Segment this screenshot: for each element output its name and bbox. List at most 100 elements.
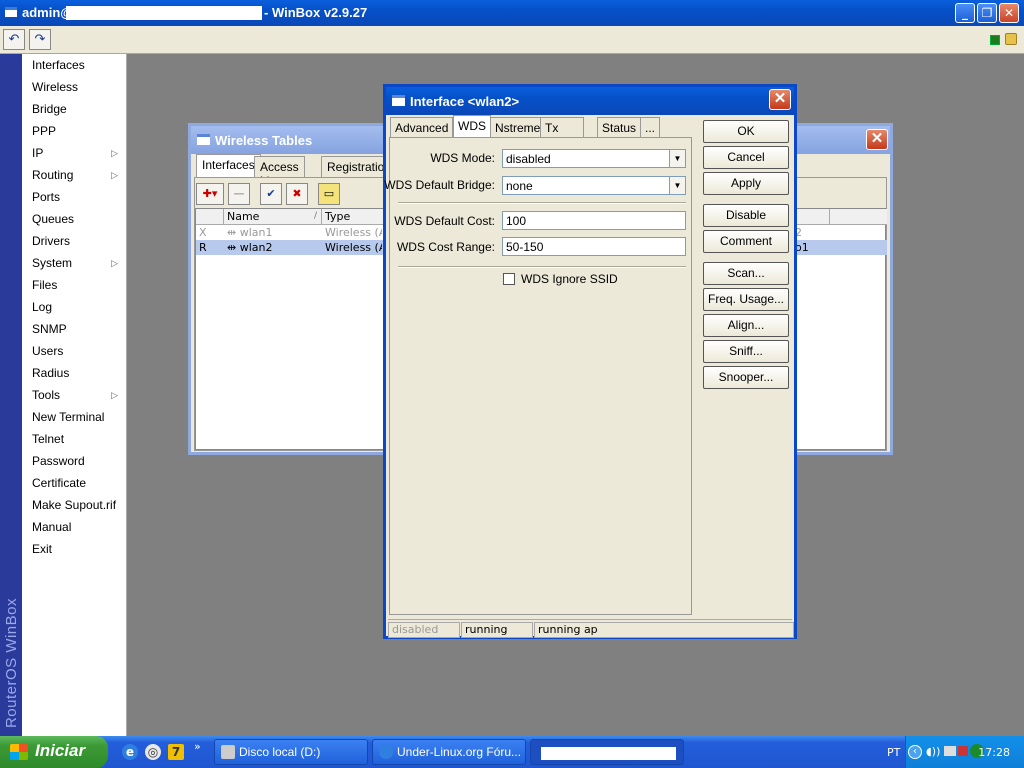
tab-interfaces[interactable]: Interfaces (196, 154, 261, 178)
chevron-down-icon[interactable]: ▼ (669, 177, 685, 194)
sidebar-item-label: Log (32, 300, 53, 314)
sidebar-item-drivers[interactable]: Drivers (22, 230, 126, 252)
sidebar-item-telnet[interactable]: Telnet (22, 428, 126, 450)
sidebar-item-ports[interactable]: Ports (22, 186, 126, 208)
restore-button[interactable]: ❐ (977, 3, 997, 23)
apply-button[interactable]: Apply (703, 172, 789, 195)
add-icon[interactable]: ✚▾ (196, 183, 224, 205)
undo-icon[interactable]: ↶ (3, 29, 25, 50)
minimize-button[interactable]: _ (955, 3, 975, 23)
close-button[interactable]: ✕ (999, 3, 1019, 23)
sidebar-item-manual[interactable]: Manual (22, 516, 126, 538)
settings-icon[interactable]: ◎ (145, 744, 161, 760)
task-under-linux[interactable]: Under-Linux.org Fóru... (372, 739, 526, 765)
chevron-left-icon[interactable]: ‹ (908, 745, 922, 759)
task-disco-local[interactable]: Disco local (D:) (214, 739, 368, 765)
window-icon (197, 134, 210, 145)
sidebar-item-label: IP (32, 146, 44, 160)
interface-dialog-title: Interface <wlan2> (410, 94, 520, 109)
window-icon (392, 95, 405, 106)
disable-icon[interactable]: ✖ (286, 183, 308, 205)
scan-button[interactable]: Scan... (703, 262, 789, 285)
chevron-right-icon[interactable]: » (194, 740, 201, 753)
freq-usage-button[interactable]: Freq. Usage... (703, 288, 789, 311)
wds-mode-select[interactable]: disabled ▼ (502, 149, 686, 168)
wds-default-cost-input[interactable]: 100 (502, 211, 686, 230)
wds-default-bridge-select[interactable]: none ▼ (502, 176, 686, 195)
tab-wds[interactable]: WDS (453, 115, 491, 138)
sidebar-item-certificate[interactable]: Certificate (22, 472, 126, 494)
interface-dialog-titlebar[interactable]: Interface <wlan2> ✕ (386, 87, 794, 115)
cancel-button[interactable]: Cancel (703, 146, 789, 169)
sidebar-item-ip[interactable]: IP ▷ (22, 142, 126, 164)
close-icon[interactable]: ✕ (866, 129, 888, 150)
sidebar-item-routing[interactable]: Routing ▷ (22, 164, 126, 186)
ok-button[interactable]: OK (703, 120, 789, 143)
comment-button[interactable]: Comment (703, 230, 789, 253)
sidebar-item-new-terminal[interactable]: New Terminal (22, 406, 126, 428)
enable-icon[interactable]: ✔ (260, 183, 282, 205)
comment-icon[interactable]: ▭ (318, 183, 340, 205)
speaker-icon[interactable]: ◖)) (926, 745, 940, 758)
main-title-bar: admin@ - WinBox v2.9.27 _ ❐ ✕ (0, 0, 1024, 26)
start-label: Iniciar (35, 741, 86, 760)
wireless-tables-title: Wireless Tables (215, 133, 313, 148)
task-winbox[interactable] (530, 739, 684, 765)
column-header-extra[interactable] (830, 209, 887, 225)
sidebar-item-label: Ports (32, 190, 61, 204)
tab-advanced[interactable]: Advanced (390, 117, 454, 138)
column-header-flag (196, 209, 224, 225)
align-button[interactable]: Align... (703, 314, 789, 337)
submenu-arrow-icon: ▷ (111, 148, 118, 158)
sidebar-item-bridge[interactable]: Bridge (22, 98, 126, 120)
sidebar-item-users[interactable]: Users (22, 340, 126, 362)
wds-ignore-ssid-label: WDS Ignore SSID (521, 272, 618, 286)
internet-explorer-icon[interactable]: e (122, 744, 138, 760)
sidebar-item-snmp[interactable]: SNMP (22, 318, 126, 340)
disable-button[interactable]: Disable (703, 204, 789, 227)
sidebar-item-label: Wireless (32, 80, 79, 94)
sort-icon: / (313, 211, 317, 221)
sidebar-item-label: System (32, 256, 73, 270)
language-indicator[interactable]: PT (887, 746, 900, 759)
wds-cost-range-input[interactable]: 50-150 (502, 237, 686, 256)
sidebar-item-tools[interactable]: Tools ▷ (22, 384, 126, 406)
sidebar-item-files[interactable]: Files (22, 274, 126, 296)
security-icon[interactable] (958, 746, 968, 756)
sidebar-item-radius[interactable]: Radius (22, 362, 126, 384)
sidebar-item-queues[interactable]: Queues (22, 208, 126, 230)
sniff-button[interactable]: Sniff... (703, 340, 789, 363)
sidebar-item-label: Interfaces (32, 58, 85, 72)
tab-status[interactable]: Status (597, 117, 642, 138)
chevron-down-icon[interactable]: ▼ (669, 150, 685, 167)
tab-access-list[interactable]: Access List (254, 156, 305, 188)
column-header-name[interactable]: Name / (224, 209, 322, 225)
wds-ignore-ssid-checkbox[interactable] (503, 273, 515, 285)
sidebar-item-system[interactable]: System ▷ (22, 252, 126, 274)
tab-tx-power[interactable]: Tx Power (540, 117, 585, 149)
tab-more[interactable]: ... (640, 117, 661, 138)
7zip-icon[interactable]: 7 (168, 744, 184, 760)
submenu-arrow-icon: ▷ (111, 390, 118, 400)
start-button[interactable]: Iniciar (0, 736, 108, 768)
sidebar-item-label: Make Supout.rif (32, 498, 117, 512)
sidebar-item-ppp[interactable]: PPP (22, 120, 126, 142)
close-icon[interactable]: ✕ (769, 89, 791, 110)
sidebar-item-exit[interactable]: Exit (22, 538, 126, 560)
sidebar-item-interfaces[interactable]: Interfaces (22, 54, 126, 76)
sidebar-item-make-supout-rif[interactable]: Make Supout.rif (22, 494, 126, 516)
network-icon[interactable] (944, 746, 956, 756)
sidebar-item-password[interactable]: Password (22, 450, 126, 472)
remove-icon[interactable]: — (228, 183, 250, 205)
sidebar-item-log[interactable]: Log (22, 296, 126, 318)
internet-explorer-icon (379, 745, 393, 759)
snooper-button[interactable]: Snooper... (703, 366, 789, 389)
main-toolbar: ↶ ↷ (0, 26, 1024, 54)
redo-icon[interactable]: ↷ (29, 29, 51, 50)
tab-nstreme[interactable]: Nstreme (490, 117, 546, 138)
sidebar-item-wireless[interactable]: Wireless (22, 76, 126, 98)
sidebar-item-label: Password (32, 454, 85, 468)
dialog-status-bar: disabled running running ap (388, 619, 794, 638)
sidebar-item-label: Queues (32, 212, 75, 226)
status-disabled: disabled (388, 622, 460, 638)
